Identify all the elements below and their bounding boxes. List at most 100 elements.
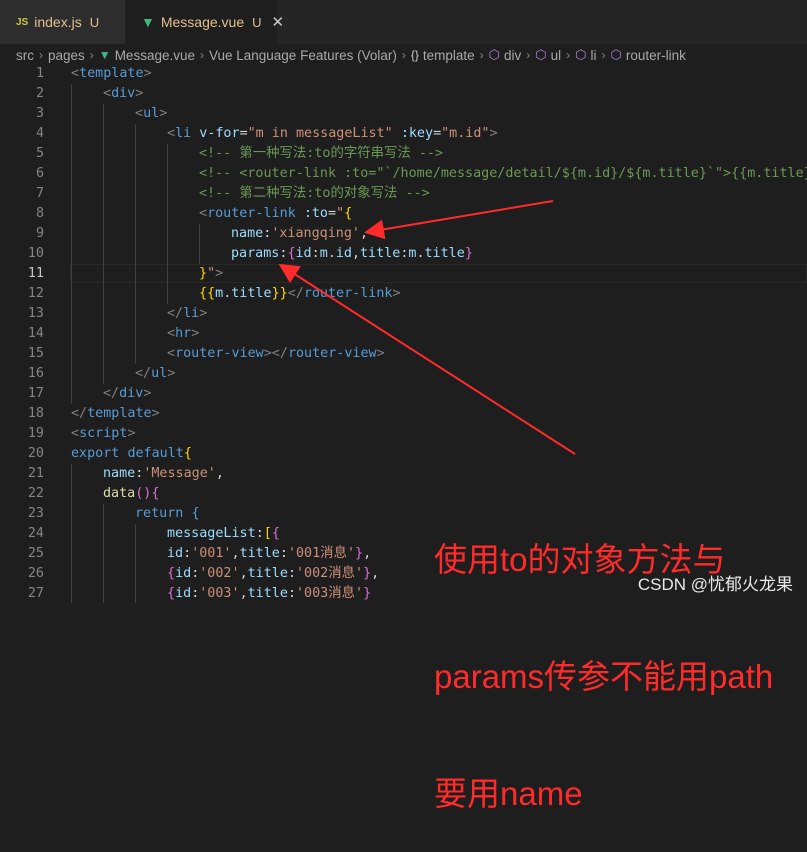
code-token: < <box>167 126 176 141</box>
code-token: return <box>135 506 184 521</box>
indent-guide <box>135 564 136 584</box>
breadcrumb-item[interactable]: {} template <box>411 48 475 63</box>
indent-guide <box>71 144 72 164</box>
line-number: 23 <box>27 506 44 521</box>
code-line[interactable]: 1 <template> <box>0 64 807 84</box>
chevron-right-icon: › <box>39 48 43 62</box>
indent-guide <box>71 204 72 224</box>
breadcrumb-item[interactable]: ⬡ div <box>489 47 522 63</box>
code-line[interactable]: 16 </ul> <box>0 364 807 384</box>
code-token: {{ <box>199 286 216 301</box>
tab-message-vue[interactable]: ▼ Message.vue U ✕ <box>125 0 284 44</box>
code-token: < <box>103 86 112 101</box>
code-token: :to <box>303 206 328 221</box>
code-line[interactable]: 2 <div> <box>0 84 807 104</box>
code-token: > <box>167 366 176 381</box>
breadcrumb-item[interactable]: ⬡ router-link <box>611 47 686 63</box>
code-token: < <box>71 426 80 441</box>
code-token: export <box>71 446 120 461</box>
code-line[interactable]: 11}"> <box>0 264 807 284</box>
code-token: , <box>371 566 380 581</box>
line-number: 20 <box>27 446 44 461</box>
code-text: <hr> <box>167 324 199 344</box>
code-line[interactable]: 19 <script> <box>0 424 807 444</box>
indent-guide <box>71 124 72 144</box>
code-token: 'xiangqing' <box>271 226 360 241</box>
code-token: ></ <box>263 346 288 361</box>
indent-guide <box>71 324 72 344</box>
breadcrumb-label: src <box>16 47 34 63</box>
breadcrumb-item[interactable]: src <box>16 48 34 63</box>
close-icon[interactable]: ✕ <box>272 13 285 31</box>
code-line[interactable]: 5 <!-- 第一种写法:to的字符串写法 --> <box>0 144 807 164</box>
code-line[interactable]: 8 <router-link :to="{ <box>0 204 807 224</box>
line-number: 13 <box>27 306 44 321</box>
code-text: <!-- <router-link :to="`/home/message/de… <box>199 164 807 184</box>
code-line[interactable]: 15 <router-view></router-view> <box>0 344 807 364</box>
javascript-file-icon: JS <box>16 16 29 28</box>
code-token: </ <box>103 386 120 401</box>
line-number: 25 <box>27 546 44 561</box>
code-line[interactable]: 17 </div> <box>0 384 807 404</box>
indent-guide <box>103 244 104 264</box>
code-token: id <box>335 246 352 261</box>
code-token: : <box>287 586 296 601</box>
code-token: > <box>489 126 498 141</box>
element-cube-icon: ⬡ <box>610 47 622 62</box>
breadcrumb-label: li <box>590 47 597 63</box>
code-token: title <box>360 246 401 261</box>
code-line[interactable]: 4 <li v-for="m in messageList" :key="m.id… <box>0 124 807 144</box>
indent-guide <box>135 544 136 564</box>
code-token: > <box>376 346 385 361</box>
breadcrumb-item[interactable]: ⬡ ul <box>535 47 561 63</box>
indent-guide <box>135 324 136 344</box>
code-text: {id:'003',title:'003消息'} <box>167 584 371 603</box>
code-token: , <box>239 566 248 581</box>
code-token: { <box>344 206 353 221</box>
code-line[interactable]: 10 params:{id:m.id,title:m.title} <box>0 244 807 264</box>
indent-guide <box>103 104 104 124</box>
indent-guide <box>103 304 104 324</box>
breadcrumb-item[interactable]: ⬡ li <box>575 47 596 63</box>
code-token: , <box>363 546 372 561</box>
code-line[interactable]: 14 <hr> <box>0 324 807 344</box>
code-token: > <box>151 406 160 421</box>
indent-guide <box>135 284 136 304</box>
code-token: > <box>199 306 208 321</box>
code-line[interactable]: 20 export default{ <box>0 444 807 464</box>
code-line[interactable]: 9 name:'xiangqing', <box>0 224 807 244</box>
code-token: , <box>239 586 248 601</box>
code-line[interactable]: 12 {{m.title}}</router-link> <box>0 284 807 304</box>
indent-guide <box>167 264 168 284</box>
code-token: div <box>119 386 144 401</box>
chevron-right-icon: › <box>89 48 94 62</box>
code-token: name <box>231 226 264 241</box>
code-line[interactable]: 3 <ul> <box>0 104 807 124</box>
line-number: 6 <box>35 166 44 181</box>
code-token: template <box>87 406 152 421</box>
tab-index-js[interactable]: JS index.js U <box>0 0 125 44</box>
code-token: " <box>207 266 216 281</box>
code-token: ul <box>151 366 168 381</box>
code-token: router-view <box>287 346 377 361</box>
code-line[interactable]: 18 </template> <box>0 404 807 424</box>
code-line[interactable]: 7 <!-- 第二种写法:to的对象写法 --> <box>0 184 807 204</box>
indent-guide <box>103 564 104 584</box>
code-token: title <box>239 546 280 561</box>
breadcrumb-item[interactable]: ▼ Message.vue <box>99 48 195 63</box>
code-token: : <box>311 246 320 261</box>
indent-guide <box>71 564 72 584</box>
code-token: </ <box>71 406 88 421</box>
chevron-right-icon: › <box>401 48 406 62</box>
code-token: </ <box>287 286 304 301</box>
code-token: title <box>231 286 272 301</box>
indent-guide <box>167 224 168 244</box>
code-text: export default{ <box>71 444 192 464</box>
code-token: > <box>215 266 224 281</box>
code-token: < <box>167 346 176 361</box>
breadcrumb-item[interactable]: pages <box>48 48 85 63</box>
breadcrumb-item[interactable]: Vue Language Features (Volar) <box>209 48 397 63</box>
code-line[interactable]: 13 </li> <box>0 304 807 324</box>
indent-guide <box>135 524 136 544</box>
code-line[interactable]: 6 <!-- <router-link :to="`/home/message/d… <box>0 164 807 184</box>
